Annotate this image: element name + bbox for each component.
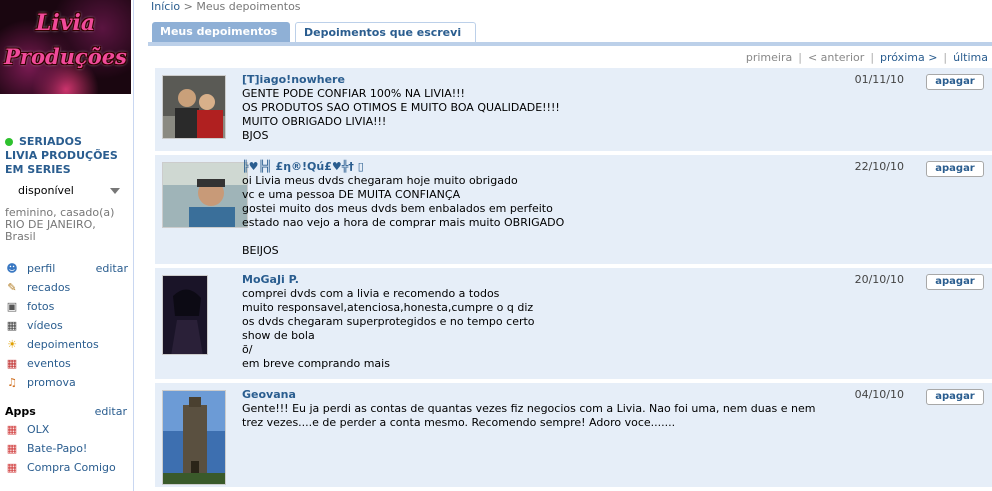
profile-name-text[interactable]: SERIADOS LIVIA PRODUÇÕES EM SERIES [5, 135, 118, 176]
testimonial-date: 20/10/10 [854, 273, 904, 286]
sidebar-item-eventos[interactable]: ▦ eventos [5, 356, 130, 372]
author-name[interactable]: Geovana [242, 388, 296, 401]
author-name[interactable]: MoGaJi P. [242, 273, 299, 286]
delete-button[interactable]: apagar [926, 274, 984, 290]
sidebar-item-fotos[interactable]: ▣ fotos [5, 299, 130, 315]
testimonial-item: MoGaJi P. comprei dvds com a livia e rec… [155, 268, 992, 379]
testimonial-date: 01/11/10 [854, 73, 904, 86]
testimonial-text: GENTE PODE CONFIAR 100% NA LIVIA!!! OS P… [242, 87, 560, 142]
app-item-olx[interactable]: ▦ OLX [5, 422, 130, 438]
pagination: primeira | < anterior | próxima > | última [746, 51, 988, 64]
sidebar-item-perfil[interactable]: ☻ perfil editar [5, 261, 130, 277]
person-icon: ☻ [6, 262, 18, 275]
breadcrumb-separator: > [183, 0, 193, 13]
testimonial-item: ╠♥╠╣ £η®!Qú£♥╬† ▯ oi Livia meus dvds che… [155, 155, 992, 264]
author-avatar[interactable] [162, 162, 248, 228]
sidebar: Livia Produções SERIADOS LIVIA PRODUÇÕES… [0, 0, 134, 491]
pager-divider: | [943, 51, 948, 64]
calendar-icon: ▦ [6, 357, 18, 370]
sidebar-item-label[interactable]: eventos [27, 357, 71, 370]
sidebar-item-label[interactable]: recados [27, 281, 70, 294]
author-avatar[interactable] [162, 390, 226, 485]
cube-icon: ▦ [6, 442, 18, 455]
sidebar-item-depoimentos[interactable]: ☀ depoimentos [5, 337, 130, 353]
tab-depoimentos-que-escrevi[interactable]: Depoimentos que escrevi [295, 22, 476, 42]
tab-bar: Meus depoimentos Depoimentos que escrevi [148, 22, 992, 46]
tab-meus-depoimentos[interactable]: Meus depoimentos [152, 22, 290, 42]
pager-prev[interactable]: < anterior [808, 51, 864, 64]
breadcrumb-home-link[interactable]: Início [151, 0, 180, 13]
sidebar-item-label[interactable]: fotos [27, 300, 54, 313]
delete-button[interactable]: apagar [926, 161, 984, 177]
logo-text-line1: Livia [35, 10, 96, 36]
sidebar-item-recados[interactable]: ✎ recados [5, 280, 130, 296]
pager-divider: | [798, 51, 802, 64]
testimonial-date: 22/10/10 [854, 160, 904, 173]
edit-apps-link[interactable]: editar [95, 405, 127, 418]
sidebar-item-label[interactable]: depoimentos [27, 338, 99, 351]
status-dropdown[interactable]: disponível [18, 184, 124, 198]
megaphone-icon: ♫ [7, 376, 17, 389]
edit-profile-link[interactable]: editar [96, 262, 128, 275]
photo-icon: ▣ [6, 300, 18, 313]
sun-icon: ☀ [7, 338, 17, 351]
delete-button[interactable]: apagar [926, 74, 984, 90]
testimonial-item: [T]iago!nowhere GENTE PODE CONFIAR 100% … [155, 68, 992, 151]
cube-icon: ▦ [6, 461, 18, 474]
profile-logo[interactable]: Livia Produções [0, 0, 131, 94]
sidebar-item-label[interactable]: vídeos [27, 319, 63, 332]
delete-button[interactable]: apagar [926, 389, 984, 405]
app-item-bate-papo[interactable]: ▦ Bate-Papo! [5, 441, 130, 457]
profile-name[interactable]: SERIADOS LIVIA PRODUÇÕES EM SERIES [5, 135, 130, 177]
author-name[interactable]: [T]iago!nowhere [242, 73, 345, 86]
main-content: Início > Meus depoimentos Meus depoiment… [148, 0, 992, 491]
testimonial-text: Gente!!! Eu ja perdi as contas de quanta… [242, 402, 816, 429]
pager-divider: | [870, 51, 875, 64]
status-value: disponível [18, 184, 74, 197]
testimonial-text: comprei dvds com a livia e recomendo a t… [242, 287, 535, 370]
sidebar-item-label[interactable]: perfil [27, 262, 55, 275]
breadcrumb: Início > Meus depoimentos [151, 0, 301, 13]
cube-icon: ▦ [6, 423, 18, 436]
app-item-label[interactable]: Compra Comigo [27, 461, 116, 474]
chevron-down-icon [110, 188, 120, 194]
note-icon: ✎ [7, 281, 17, 294]
pager-last[interactable]: última [953, 51, 988, 64]
breadcrumb-current: Meus depoimentos [196, 0, 301, 13]
testimonial-date: 04/10/10 [854, 388, 904, 401]
profile-info: feminino, casado(a) RIO DE JANEIRO, Bras… [5, 206, 115, 243]
pager-first[interactable]: primeira [746, 51, 792, 64]
app-item-compra-comigo[interactable]: ▦ Compra Comigo [5, 460, 130, 476]
author-avatar[interactable] [162, 75, 226, 139]
author-avatar[interactable] [162, 275, 208, 355]
sidebar-item-videos[interactable]: ▦ vídeos [5, 318, 130, 334]
sidebar-item-promova[interactable]: ♫ promova [5, 375, 130, 391]
app-item-label[interactable]: OLX [27, 423, 49, 436]
testimonial-text: oi Livia meus dvds chegaram hoje muito o… [242, 174, 565, 257]
author-name[interactable]: ╠♥╠╣ £η®!Qú£♥╬† ▯ [242, 160, 364, 173]
sidebar-item-label[interactable]: promova [27, 376, 76, 389]
pager-next[interactable]: próxima > [880, 51, 937, 64]
testimonial-item: Geovana Gente!!! Eu ja perdi as contas d… [155, 383, 992, 487]
film-icon: ▦ [6, 319, 18, 332]
logo-text-line2: Produções [4, 44, 127, 69]
apps-heading: Apps [5, 405, 36, 418]
app-item-label[interactable]: Bate-Papo! [27, 442, 87, 455]
